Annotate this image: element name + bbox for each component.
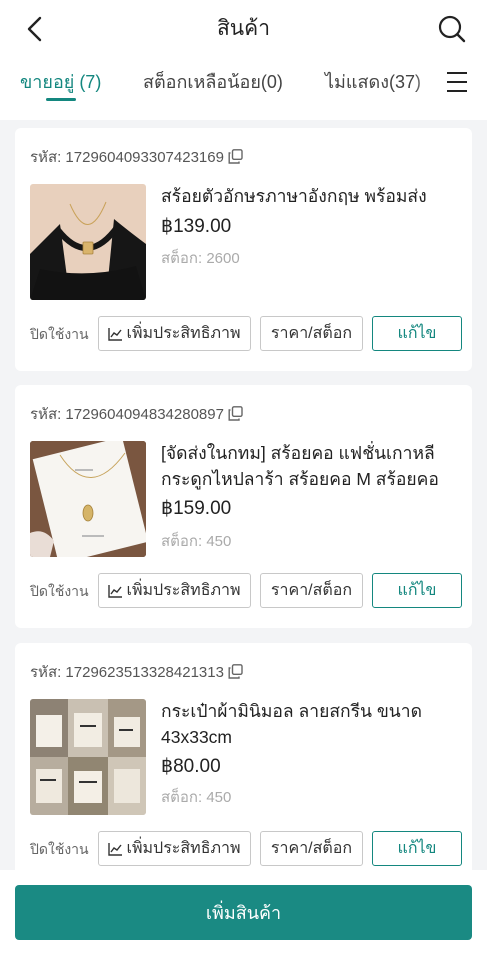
boost-button[interactable]: เพิ่มประสิทธิภาพ [98, 573, 251, 608]
product-card: รหัส: 1729604093307423169 สร้อยตัวอักษรภ… [15, 128, 472, 371]
add-product-button[interactable]: เพิ่มสินค้า [15, 885, 472, 940]
price-stock-button[interactable]: ราคา/สต็อก [260, 316, 363, 351]
tab-low-stock[interactable]: สต็อกเหลือน้อย(0) [143, 62, 283, 102]
edit-button[interactable]: แก้ไข [372, 573, 462, 608]
disable-toggle[interactable]: ปิดใช้งาน [30, 324, 89, 344]
edit-button[interactable]: แก้ไข [372, 316, 462, 351]
boost-button[interactable]: เพิ่มประสิทธิภาพ [98, 316, 251, 351]
product-price: ฿139.00 [161, 216, 232, 237]
copy-icon[interactable] [228, 406, 243, 421]
boost-button[interactable]: เพิ่มประสิทธิภาพ [98, 831, 251, 866]
chart-icon [108, 327, 123, 341]
product-card: รหัส: 1729604094834280897 [จัดส่งในกทม] … [15, 385, 472, 628]
price-stock-button[interactable]: ราคา/สต็อก [260, 831, 363, 866]
product-card: รหัส: 1729623513328421313 กระเป๋าผ้ามินิ… [15, 643, 472, 886]
product-name: [จัดส่งในกทม] สร้อยคอ แฟชั่นเกาหลี กระดู… [161, 443, 439, 489]
chart-icon [108, 584, 123, 598]
product-sku: รหัส: 1729604093307423169 [30, 147, 243, 169]
search-icon[interactable] [437, 14, 467, 44]
product-stock: สต็อก: 2600 [161, 250, 240, 267]
top-bar: สินค้า ขายอยู่ (7) สต็อกเหลือน้อย(0) ไม่… [0, 0, 487, 120]
copy-icon[interactable] [228, 149, 243, 164]
active-tab-indicator [46, 98, 76, 101]
bottom-bar: เพิ่มสินค้า [0, 870, 487, 960]
edit-button[interactable]: แก้ไข [372, 831, 462, 866]
product-image-necklace-card[interactable] [30, 441, 146, 557]
menu-icon[interactable] [446, 70, 468, 94]
product-sku: รหัส: 1729604094834280897 [30, 404, 243, 426]
tab-hidden[interactable]: ไม่แสดง(37) [325, 62, 421, 102]
price-stock-button[interactable]: ราคา/สต็อก [260, 573, 363, 608]
product-image-tote-bags[interactable] [30, 699, 146, 815]
tab-selling[interactable]: ขายอยู่ (7) [20, 62, 101, 102]
product-image-necklace[interactable] [30, 184, 146, 300]
product-stock: สต็อก: 450 [161, 533, 232, 550]
disable-toggle[interactable]: ปิดใช้งาน [30, 839, 89, 859]
product-price: ฿159.00 [161, 498, 232, 519]
product-name: สร้อยตัวอักษรภาษาอังกฤษ พร้อมส่ง [161, 186, 427, 206]
product-stock: สต็อก: 450 [161, 789, 232, 806]
disable-toggle[interactable]: ปิดใช้งาน [30, 581, 89, 601]
product-name: กระเป๋าผ้ามินิมอล ลายสกรีน ขนาด 43x33cm [161, 701, 422, 747]
status-tabs: ขายอยู่ (7) สต็อกเหลือน้อย(0) ไม่แสดง(37… [0, 62, 487, 106]
product-sku: รหัส: 1729623513328421313 [30, 662, 243, 684]
copy-icon[interactable] [228, 664, 243, 679]
product-price: ฿80.00 [161, 756, 221, 777]
chart-icon [108, 842, 123, 856]
page-title: สินค้า [216, 17, 270, 40]
